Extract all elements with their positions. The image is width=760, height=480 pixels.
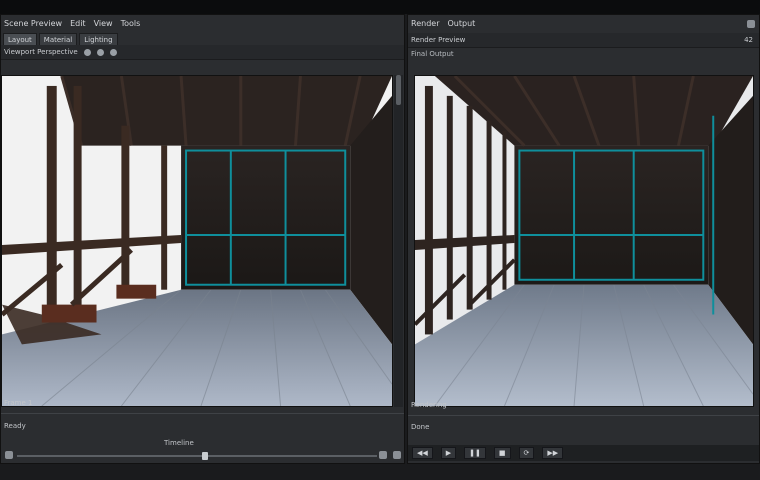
light-icon[interactable] [109,48,117,56]
left-menu-edit[interactable]: Edit [70,15,86,33]
stop-button[interactable]: ■ [493,447,511,459]
play-icon[interactable] [5,451,13,459]
left-vertical-scrollbar[interactable] [394,75,403,407]
left-panel-title: Scene Preview [4,19,63,28]
left-timeline-slider[interactable] [17,452,377,460]
right-menu-output[interactable]: Output [447,15,475,33]
settings-icon[interactable] [96,48,104,56]
right-panel: Render Output Render Preview 42 Final Ou… [407,14,760,464]
tab-lighting[interactable]: Lighting [79,33,118,45]
rewind-button[interactable]: ◀◀ [412,447,433,459]
right-counter: 42 [744,36,753,44]
camera-icon[interactable] [83,48,91,56]
pause-button[interactable]: ❚❚ [464,447,486,459]
close-icon[interactable] [747,20,755,28]
left-tabs: Layout Material Lighting [1,33,404,45]
left-viewport[interactable] [1,75,393,407]
left-status-2: Ready [4,422,26,430]
right-toolbar: Render Preview 42 [408,33,759,48]
top-system-bar [0,0,760,14]
scrollbar-thumb[interactable] [396,75,401,105]
menu-icon[interactable] [393,451,401,459]
left-toolbar: Viewport Perspective [1,45,404,60]
play-button[interactable]: ▶ [440,447,457,459]
left-timeline-label: Timeline [164,439,194,447]
left-divider [1,413,404,414]
forward-button[interactable]: ▶▶ [542,447,564,459]
right-subbar: Final Output [411,50,454,58]
right-panel-title: Render [411,19,440,28]
right-viewport[interactable] [414,75,754,407]
left-toolbar-label: Viewport Perspective [4,48,78,56]
right-divider [408,415,759,416]
loop-button[interactable]: ⟳ [518,447,535,459]
right-title-row: Render Output [408,15,759,33]
left-scene-image [2,76,392,406]
expand-icon[interactable] [379,451,387,459]
left-panel: Scene Preview Edit View Tools Layout Mat… [0,14,405,464]
right-status-2: Done [411,423,430,431]
left-menu-view[interactable]: View [94,15,113,33]
right-status-1: Rendering [411,401,447,409]
tab-layout[interactable]: Layout [3,33,37,45]
timeline-knob[interactable] [202,452,208,460]
right-playback-bar: ◀◀ ▶ ❚❚ ■ ⟳ ▶▶ [408,445,759,461]
left-status-1: Frame 1 [4,399,33,407]
right-scene-image [415,76,753,406]
tab-material[interactable]: Material [38,33,78,45]
right-toolbar-label: Render Preview [411,36,466,44]
left-title-row: Scene Preview Edit View Tools [1,15,404,33]
left-menu-tools[interactable]: Tools [121,15,141,33]
